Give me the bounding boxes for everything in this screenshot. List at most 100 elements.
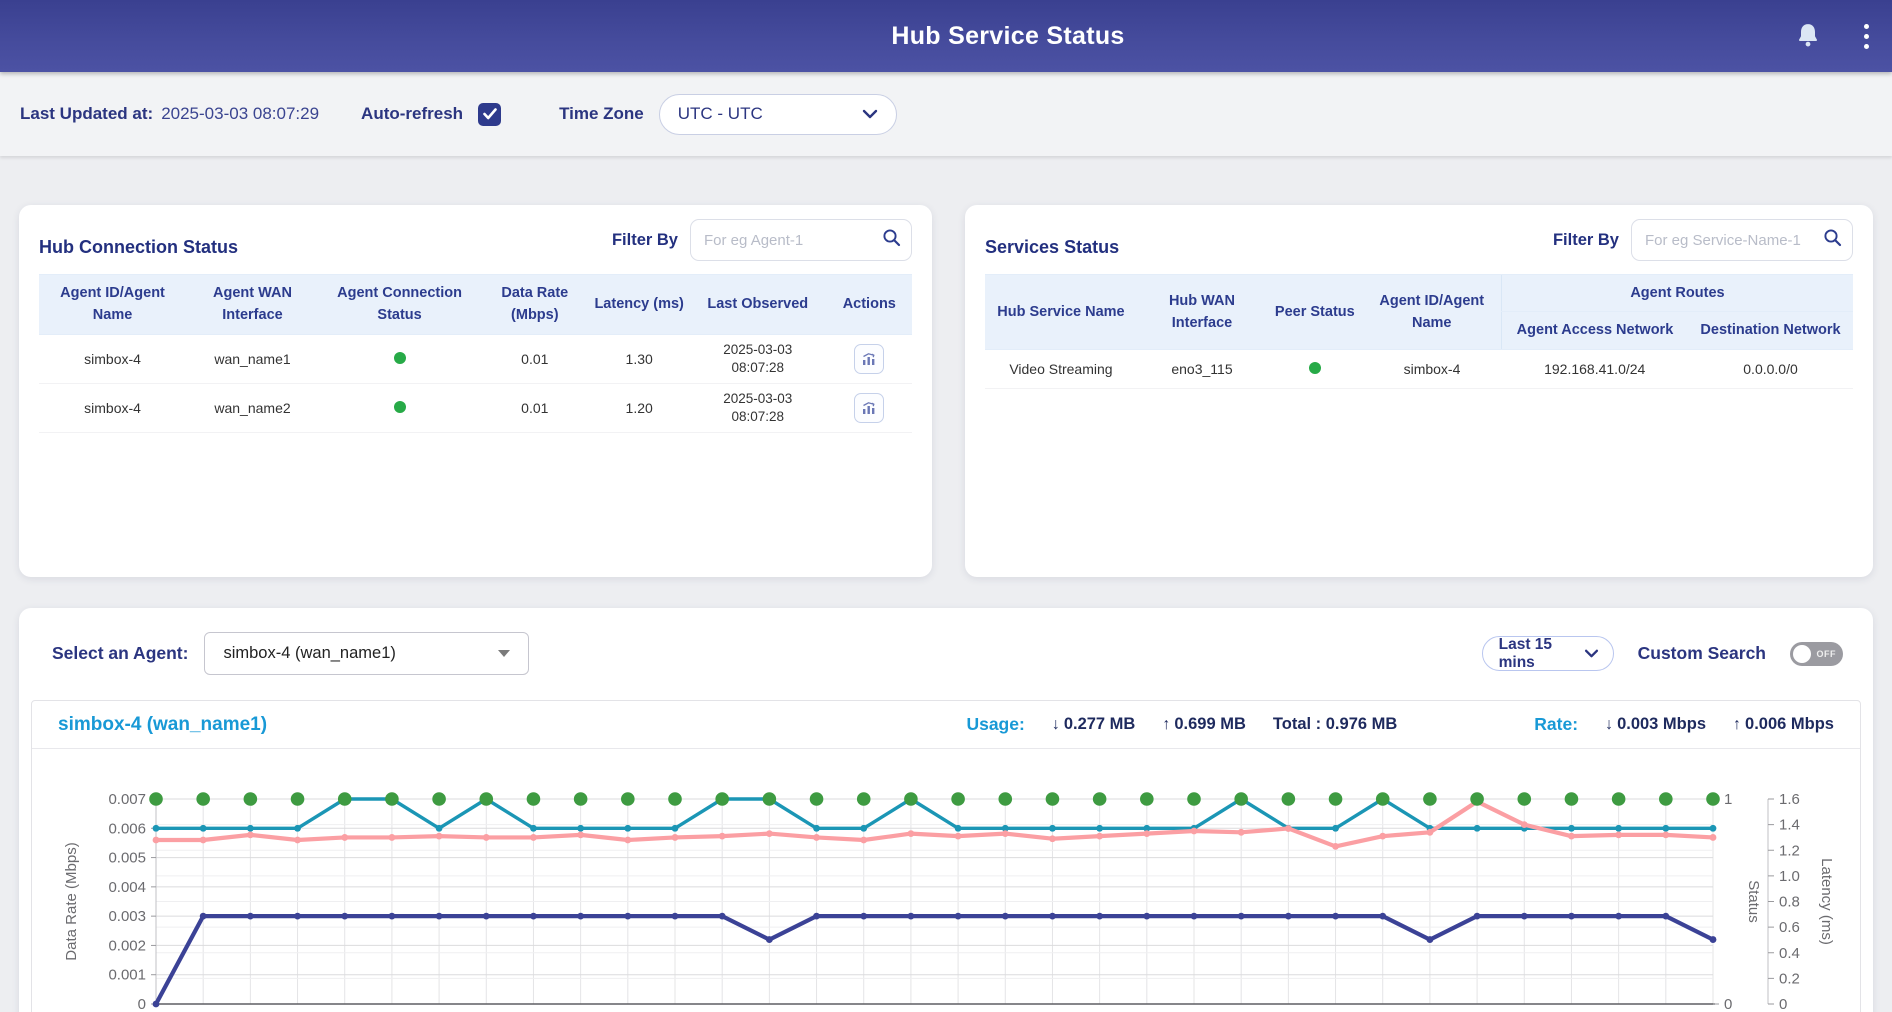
hub-connection-status-card: Filter By Hub Connection Status Agent ID… [19, 205, 932, 577]
upload-arrow-icon: ↑ [1733, 716, 1741, 734]
col-conn-status: Agent Connection Status [319, 275, 480, 335]
wan-interface-cell: wan_name1 [186, 334, 319, 383]
caret-down-icon [498, 650, 510, 657]
service-name-cell: Video Streaming [985, 349, 1137, 388]
usage-total-value: Total : 0.976 MB [1273, 715, 1397, 734]
services-filter-label: Filter By [1553, 231, 1619, 250]
svg-text:1: 1 [1724, 791, 1732, 808]
latency-cell: 1.20 [589, 383, 689, 432]
custom-search-label: Custom Search [1638, 643, 1766, 664]
services-status-table: Hub Service Name Hub WAN Interface Peer … [985, 274, 1853, 389]
agent-id-cell: simbox-4 [39, 334, 186, 383]
hub-filter-box [690, 219, 912, 261]
view-chart-button[interactable] [854, 344, 884, 374]
custom-search-toggle[interactable]: OFF [1790, 642, 1843, 666]
mini-chart-icon [861, 400, 877, 416]
status-up-dot [394, 352, 406, 364]
svg-text:0.003: 0.003 [108, 908, 146, 925]
rate-label: Rate: [1534, 714, 1578, 735]
time-range-select[interactable]: Last 15 mins [1482, 636, 1614, 671]
col-agent-id: Agent ID/Agent Name [39, 275, 186, 335]
col-agent-id: Agent ID/Agent Name [1363, 275, 1502, 350]
latency-cell: 1.30 [589, 334, 689, 383]
toggle-knob [1793, 645, 1811, 663]
svg-text:0: 0 [1779, 996, 1787, 1012]
notifications-bell-icon[interactable] [1776, 0, 1840, 72]
agent-select[interactable]: simbox-4 (wan_name1) [204, 632, 529, 675]
time-range-value: Last 15 mins [1499, 636, 1584, 672]
svg-text:1.6: 1.6 [1779, 791, 1800, 808]
peer-status-cell [1267, 349, 1362, 388]
svg-text:0.4: 0.4 [1779, 945, 1800, 962]
select-agent-label: Select an Agent: [52, 643, 188, 664]
agent-id-cell: simbox-4 [1363, 349, 1502, 388]
hub-wan-cell: eno3_115 [1137, 349, 1267, 388]
data-rate-cell: 0.01 [480, 383, 589, 432]
connection-status-cell [319, 334, 480, 383]
traffic-chart: 00.0010.0020.0030.0040.0050.0060.007Data… [32, 749, 1860, 1012]
chevron-down-icon [1584, 645, 1599, 663]
auto-refresh-checkbox[interactable] [478, 103, 501, 126]
download-arrow-icon: ↓ [1052, 716, 1060, 734]
svg-text:Latency (ms): Latency (ms) [1818, 858, 1835, 945]
svg-text:0.2: 0.2 [1779, 970, 1800, 987]
col-group-agent-routes: Agent Routes [1501, 275, 1853, 312]
col-data-rate: Data Rate (Mbps) [480, 275, 589, 335]
toggle-state-label: OFF [1817, 649, 1837, 659]
actions-cell [827, 383, 912, 432]
svg-text:0.005: 0.005 [108, 850, 146, 867]
col-latency: Latency (ms) [589, 275, 689, 335]
svg-text:1.4: 1.4 [1779, 817, 1800, 834]
mini-chart-icon [861, 351, 877, 367]
connection-status-cell [319, 383, 480, 432]
view-chart-button[interactable] [854, 393, 884, 423]
traffic-chart-panel: simbox-4 (wan_name1) Usage: ↓0.277 MB ↑0… [31, 700, 1861, 1012]
col-service-name: Hub Service Name [985, 275, 1137, 350]
chart-title: simbox-4 (wan_name1) [58, 714, 267, 736]
time-zone-select[interactable]: UTC - UTC [659, 94, 897, 135]
col-actions: Actions [827, 275, 912, 335]
agent-traffic-card: Select an Agent: simbox-4 (wan_name1) La… [19, 608, 1873, 1012]
svg-text:0.6: 0.6 [1779, 919, 1800, 936]
svg-text:0.004: 0.004 [108, 879, 146, 896]
kebab-menu-icon[interactable] [1840, 0, 1892, 72]
search-icon[interactable] [1823, 228, 1842, 252]
search-icon[interactable] [882, 228, 901, 252]
chevron-down-icon [862, 104, 878, 124]
svg-text:1.0: 1.0 [1779, 868, 1800, 885]
usage-download-value: ↓0.277 MB [1052, 715, 1136, 734]
svg-text:0: 0 [1724, 996, 1732, 1012]
col-agent-wan: Agent WAN Interface [186, 275, 319, 335]
last-observed-cell: 2025-03-03 08:07:28 [689, 334, 827, 383]
col-peer-status: Peer Status [1267, 275, 1362, 350]
download-arrow-icon: ↓ [1605, 716, 1613, 734]
agent-select-value: simbox-4 (wan_name1) [223, 644, 395, 663]
svg-text:1.2: 1.2 [1779, 842, 1800, 859]
col-last-observed: Last Observed [689, 275, 827, 335]
usage-label: Usage: [966, 714, 1024, 735]
svg-text:0.001: 0.001 [108, 967, 146, 984]
status-up-dot [394, 401, 406, 413]
checkmark-icon [483, 108, 497, 120]
col-hub-wan: Hub WAN Interface [1137, 275, 1267, 350]
services-filter-input[interactable] [1645, 232, 1823, 249]
data-rate-cell: 0.01 [480, 334, 589, 383]
page-title: Hub Service Status [62, 22, 1892, 51]
hub-filter-label: Filter By [612, 231, 678, 250]
col-access-network: Agent Access Network [1501, 312, 1688, 349]
wan-interface-cell: wan_name2 [186, 383, 319, 432]
destination-network-cell: 0.0.0.0/0 [1688, 349, 1853, 388]
svg-text:0: 0 [138, 996, 146, 1012]
hub-connection-table: Agent ID/Agent Name Agent WAN Interface … [39, 274, 912, 433]
col-destination-network: Destination Network [1688, 312, 1853, 349]
hub-connection-row: simbox-4wan_name1 0.011.302025-03-03 08:0… [39, 334, 912, 383]
app-header: Hub Service Status [0, 0, 1892, 72]
rate-upload-value: ↑0.006 Mbps [1733, 715, 1834, 734]
service-status-row: Video Streamingeno3_115simbox-4192.168.4… [985, 349, 1853, 388]
refresh-bar: Last Updated at: 2025-03-03 08:07:29 Aut… [0, 72, 1892, 156]
svg-text:0.8: 0.8 [1779, 894, 1800, 911]
auto-refresh-label: Auto-refresh [361, 104, 463, 124]
upload-arrow-icon: ↑ [1162, 716, 1170, 734]
last-observed-cell: 2025-03-03 08:07:28 [689, 383, 827, 432]
hub-filter-input[interactable] [704, 232, 882, 249]
